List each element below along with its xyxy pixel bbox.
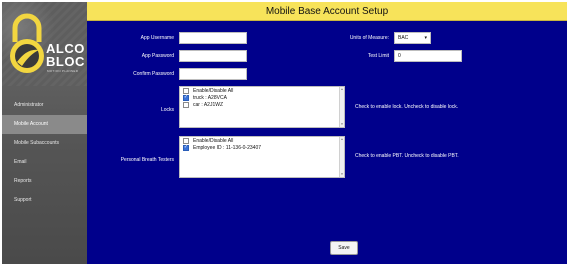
- pbt-listbox[interactable]: Enable/Disable All ✓ Employee ID : 11-13…: [179, 136, 345, 178]
- sidebar-nav: Administrator Mobile Account Mobile Suba…: [2, 96, 87, 210]
- locks-help-text: Check to enable lock. Uncheck to disable…: [355, 104, 459, 110]
- list-item[interactable]: ✓ Employee ID : 11-136-0-23407: [180, 144, 344, 151]
- app-password-label: App Password: [141, 53, 174, 59]
- list-item-label: car : A2J1WZ: [193, 101, 224, 108]
- list-item-label: Enable/Disable All: [193, 137, 234, 144]
- locks-scrollbar[interactable]: ▲ ▼: [339, 87, 344, 127]
- list-item-label: truck : A28VCA: [193, 94, 227, 101]
- enable-disable-all-locks-checkbox[interactable]: [183, 87, 189, 94]
- save-button[interactable]: Save: [330, 241, 358, 255]
- sidebar-item-email[interactable]: Email: [2, 153, 87, 172]
- app-username-input[interactable]: [179, 32, 247, 44]
- pbt-help-text: Check to enable PBT. Uncheck to disable …: [355, 153, 459, 159]
- sidebar-item-mobile-account[interactable]: Mobile Account: [2, 115, 87, 134]
- list-item[interactable]: Enable/Disable All: [180, 87, 344, 94]
- confirm-password-label: Confirm Password: [133, 71, 174, 77]
- padlock-logo-icon: [10, 13, 44, 73]
- enable-disable-all-pbt-checkbox[interactable]: [183, 137, 189, 144]
- locks-label: Locks: [160, 107, 174, 113]
- scroll-down-icon[interactable]: ▼: [340, 122, 344, 127]
- test-limit-label: Test Limit: [367, 53, 389, 59]
- pbt-employee-checkbox[interactable]: ✓: [183, 144, 189, 151]
- app-username-label: App Username: [140, 35, 174, 41]
- check-icon: ✓: [183, 94, 189, 100]
- sidebar: ALCO BLOC MOTION PLANNER Administrator M…: [2, 2, 87, 264]
- confirm-password-input[interactable]: [179, 68, 247, 80]
- app-frame: ALCO BLOC MOTION PLANNER Administrator M…: [2, 2, 567, 264]
- scroll-up-icon[interactable]: ▲: [340, 137, 344, 142]
- units-of-measure-select[interactable]: BAC ▾: [394, 32, 431, 44]
- lock-truck-checkbox[interactable]: ✓: [183, 94, 189, 101]
- app-password-input[interactable]: [179, 50, 247, 62]
- list-item[interactable]: Enable/Disable All: [180, 137, 344, 144]
- scroll-down-icon[interactable]: ▼: [340, 172, 344, 177]
- test-limit-input[interactable]: [394, 50, 462, 62]
- sidebar-item-administrator[interactable]: Administrator: [2, 96, 87, 115]
- chevron-down-icon: ▾: [424, 35, 427, 41]
- list-item-label: Employee ID : 11-136-0-23407: [193, 144, 262, 151]
- page-title: Mobile Base Account Setup: [87, 2, 567, 21]
- sidebar-item-mobile-subaccounts[interactable]: Mobile Subaccounts: [2, 134, 87, 153]
- check-icon: ✓: [183, 144, 189, 150]
- pbt-label: Personal Breath Testers: [120, 157, 174, 163]
- list-item[interactable]: ✓ truck : A28VCA: [180, 94, 344, 101]
- scroll-up-icon[interactable]: ▲: [340, 87, 344, 92]
- logo-area: ALCO BLOC MOTION PLANNER: [2, 2, 87, 86]
- locks-listbox[interactable]: Enable/Disable All ✓ truck : A28VCA car …: [179, 86, 345, 128]
- main-panel: Mobile Base Account Setup App Username A…: [87, 2, 567, 264]
- pbt-scrollbar[interactable]: ▲ ▼: [339, 137, 344, 177]
- sidebar-item-reports[interactable]: Reports: [2, 172, 87, 191]
- units-of-measure-value: BAC: [398, 35, 409, 41]
- logo-word-bloc: BLOC: [46, 54, 85, 69]
- units-of-measure-label: Units of Measure:: [349, 35, 389, 41]
- list-item[interactable]: car : A2J1WZ: [180, 101, 344, 108]
- sidebar-item-support[interactable]: Support: [2, 191, 87, 210]
- lock-car-checkbox[interactable]: [183, 101, 189, 108]
- list-item-label: Enable/Disable All: [193, 87, 234, 94]
- logo-tagline: MOTION PLANNER: [47, 69, 79, 73]
